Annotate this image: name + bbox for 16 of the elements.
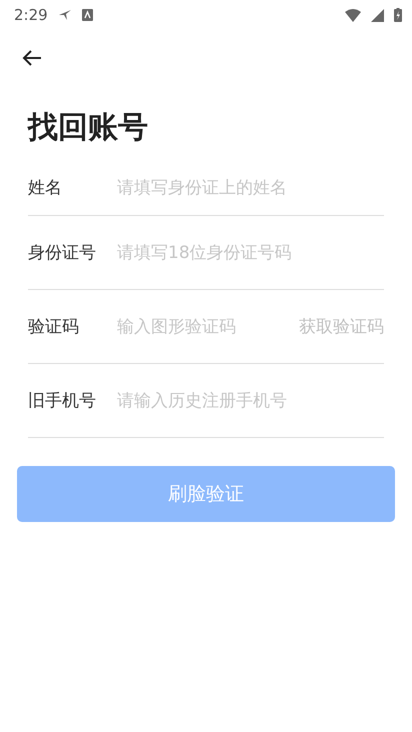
status-time: 2:29 (14, 6, 48, 24)
input-field[interactable]: 请填写18位身份证号码 (117, 242, 384, 262)
keyboard-icon (82, 9, 93, 21)
field-label: 身份证号 (28, 242, 97, 264)
get-code-link[interactable]: 获取验证码 (299, 315, 384, 338)
page-title: 找回账号 (28, 109, 149, 147)
battery-icon (394, 8, 402, 22)
field-label: 验证码 (28, 316, 80, 338)
field-label: 旧手机号 (28, 390, 97, 412)
input-field[interactable]: 输入图形验证码 (117, 316, 299, 336)
input-field[interactable]: 请输入历史注册手机号 (117, 390, 384, 410)
field-label: 姓名 (28, 177, 63, 199)
wifi-icon (345, 8, 361, 22)
input-field[interactable]: 请填写身份证上的姓名 (117, 178, 384, 198)
back-icon[interactable] (22, 49, 42, 67)
signal-icon (371, 8, 384, 22)
